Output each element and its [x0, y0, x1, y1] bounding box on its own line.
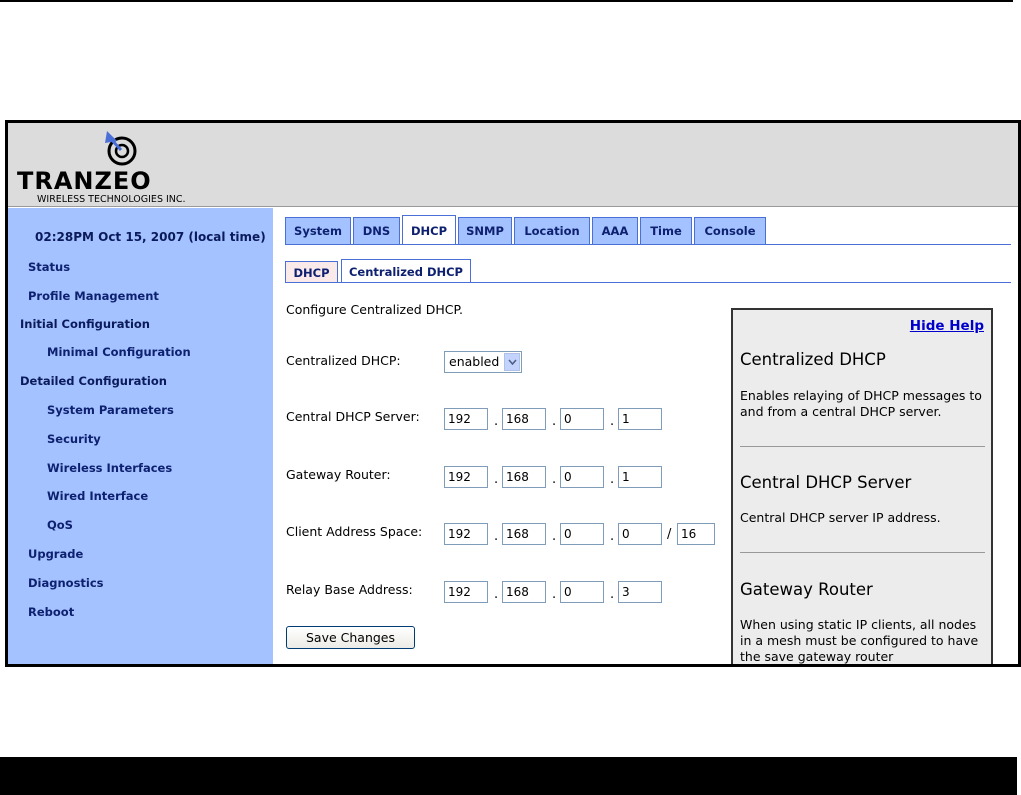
tab-console[interactable]: Console — [694, 217, 766, 244]
central-server-octet-1[interactable] — [444, 408, 488, 430]
octet-separator: . — [610, 414, 615, 429]
gateway-octet-2[interactable] — [502, 466, 546, 488]
sidebar-item-wired-interface[interactable]: Wired Interface — [47, 489, 148, 503]
gateway-router-label: Gateway Router: — [286, 467, 391, 482]
tab-dns[interactable]: DNS — [353, 217, 400, 244]
octet-separator: . — [610, 472, 615, 487]
sidebar-item-upgrade[interactable]: Upgrade — [28, 547, 83, 561]
relay-base-octet-1[interactable] — [444, 581, 488, 603]
help-title-centralized-dhcp: Centralized DHCP — [740, 350, 886, 369]
chevron-down-icon[interactable] — [504, 353, 520, 371]
logo-brand: TRANZEO — [17, 167, 152, 195]
header: TRANZEO WIRELESS TECHNOLOGIES INC. — [8, 123, 1018, 207]
tab-dhcp[interactable]: DHCP — [402, 215, 456, 245]
relay-base-octet-2[interactable] — [502, 581, 546, 603]
tab-aaa[interactable]: AAA — [592, 217, 638, 244]
sidebar-item-qos[interactable]: QoS — [47, 518, 73, 532]
tab-location[interactable]: Location — [514, 217, 590, 244]
prefix-separator: / — [667, 527, 672, 542]
sidebar-item-diagnostics[interactable]: Diagnostics — [28, 576, 104, 590]
tab-system[interactable]: System — [285, 217, 351, 244]
centralized-dhcp-value: enabled — [449, 354, 500, 369]
help-title-central-dhcp-server: Central DHCP Server — [740, 473, 912, 492]
signal-swirl-icon — [105, 131, 137, 166]
central-dhcp-server-label: Central DHCP Server: — [286, 409, 420, 424]
help-body-centralized-dhcp: Enables relaying of DHCP messages to and… — [740, 388, 982, 419]
sidebar-item-status[interactable]: Status — [28, 260, 70, 274]
help-panel: Hide Help Centralized DHCP Enables relay… — [731, 308, 993, 664]
sidebar-section-detailed-configuration: Detailed Configuration — [20, 374, 167, 388]
gateway-octet-3[interactable] — [560, 466, 604, 488]
subtab-dhcp[interactable]: DHCP — [285, 261, 338, 283]
sidebar-item-minimal-configuration[interactable]: Minimal Configuration — [47, 345, 191, 359]
tab-bar-rule — [285, 244, 1011, 245]
sidebar-section-initial-configuration: Initial Configuration — [20, 317, 150, 331]
logo-tagline: WIRELESS TECHNOLOGIES INC. — [37, 194, 186, 205]
centralized-dhcp-label: Centralized DHCP: — [286, 353, 401, 368]
footer-bar — [0, 757, 1017, 795]
sidebar-item-system-parameters[interactable]: System Parameters — [47, 403, 174, 417]
octet-separator: . — [494, 414, 499, 429]
help-title-gateway-router: Gateway Router — [740, 580, 873, 599]
client-space-prefix[interactable] — [677, 523, 715, 545]
octet-separator: . — [552, 472, 557, 487]
octet-separator: . — [610, 529, 615, 544]
help-divider — [740, 446, 985, 447]
hide-help-link[interactable]: Hide Help — [910, 318, 984, 334]
gateway-octet-4[interactable] — [618, 466, 662, 488]
help-divider — [740, 552, 985, 553]
sidebar-item-security[interactable]: Security — [47, 432, 101, 446]
tab-time[interactable]: Time — [640, 217, 692, 244]
help-body-gateway-router: When using static IP clients, all nodes … — [740, 617, 979, 664]
relay-base-address-label: Relay Base Address: — [286, 582, 413, 597]
save-changes-button[interactable]: Save Changes — [286, 626, 415, 649]
gateway-octet-1[interactable] — [444, 466, 488, 488]
sidebar-item-profile-management[interactable]: Profile Management — [28, 289, 159, 303]
centralized-dhcp-select[interactable]: enabled — [444, 351, 522, 373]
relay-base-octet-4[interactable] — [618, 581, 662, 603]
client-space-octet-4[interactable] — [618, 523, 662, 545]
relay-base-octet-3[interactable] — [560, 581, 604, 603]
sidebar-item-wireless-interfaces[interactable]: Wireless Interfaces — [47, 461, 172, 475]
central-server-octet-4[interactable] — [618, 408, 662, 430]
octet-separator: . — [610, 587, 615, 602]
tranzeo-logo: TRANZEO WIRELESS TECHNOLOGIES INC. — [17, 131, 186, 205]
client-space-octet-3[interactable] — [560, 523, 604, 545]
central-server-octet-3[interactable] — [560, 408, 604, 430]
subtab-centralized-dhcp[interactable]: Centralized DHCP — [341, 259, 471, 283]
admin-frame: TRANZEO WIRELESS TECHNOLOGIES INC. 02:28… — [5, 120, 1021, 667]
client-space-octet-2[interactable] — [502, 523, 546, 545]
octet-separator: . — [552, 414, 557, 429]
subtab-bar-rule — [285, 282, 1011, 283]
client-space-octet-1[interactable] — [444, 523, 488, 545]
help-body-central-dhcp-server: Central DHCP server IP address. — [740, 510, 941, 525]
octet-separator: . — [552, 587, 557, 602]
sidebar: 02:28PM Oct 15, 2007 (local time) Status… — [8, 208, 273, 664]
sidebar-item-reboot[interactable]: Reboot — [28, 605, 74, 619]
tab-snmp[interactable]: SNMP — [458, 217, 512, 244]
form-intro: Configure Centralized DHCP. — [286, 302, 464, 317]
main-panel: System DNS DHCP SNMP Location AAA Time C… — [273, 208, 1018, 664]
clock: 02:28PM Oct 15, 2007 (local time) — [35, 230, 266, 244]
octet-separator: . — [494, 472, 499, 487]
octet-separator: . — [552, 529, 557, 544]
client-address-space-label: Client Address Space: — [286, 524, 423, 539]
octet-separator: . — [494, 529, 499, 544]
central-server-octet-2[interactable] — [502, 408, 546, 430]
top-rule — [0, 0, 1013, 2]
octet-separator: . — [494, 587, 499, 602]
